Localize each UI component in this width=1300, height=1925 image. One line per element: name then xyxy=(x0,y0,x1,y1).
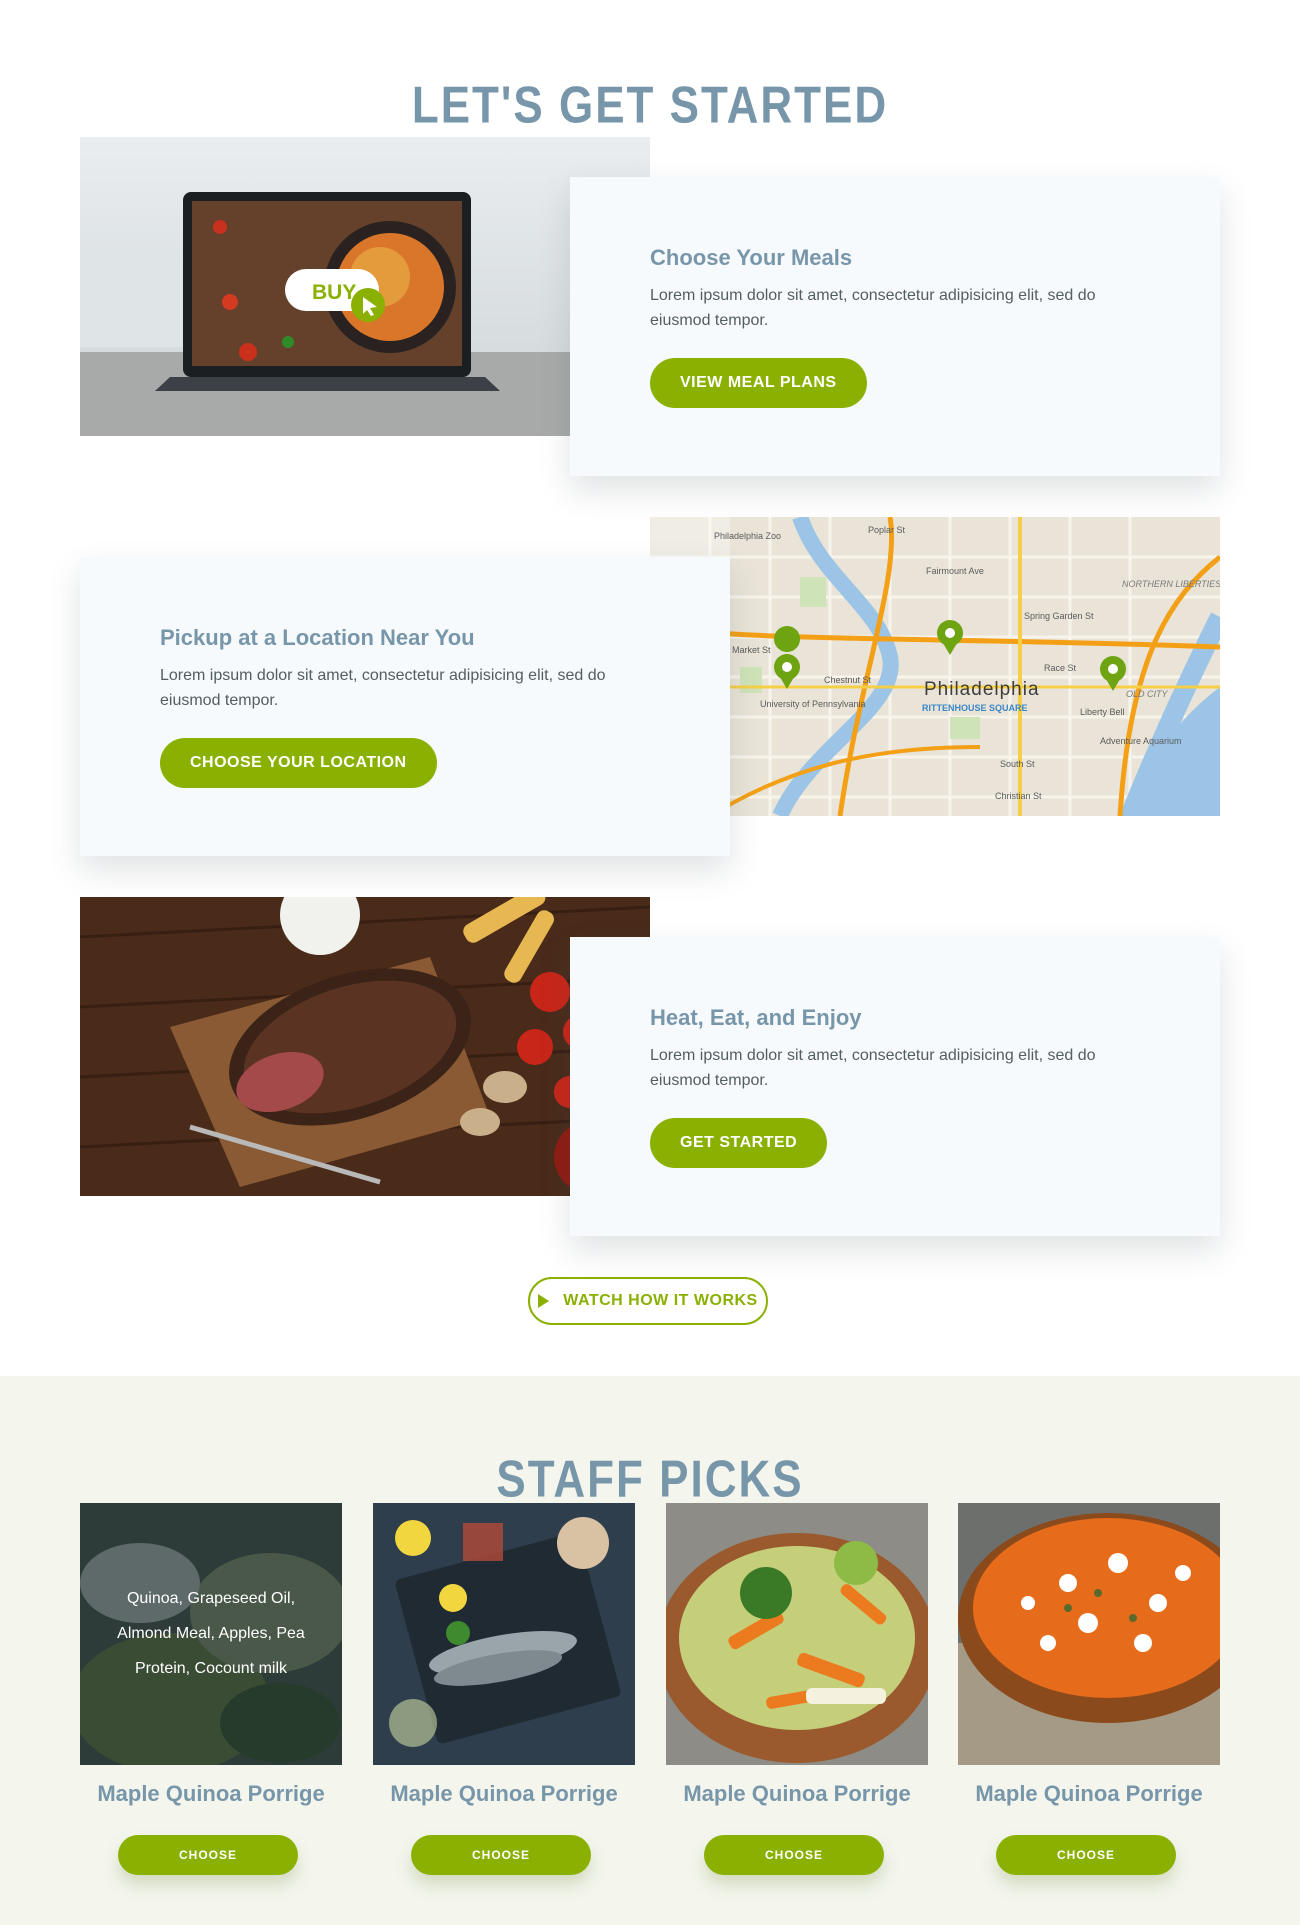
section-title-staff-picks: STAFF PICKS xyxy=(496,1450,804,1508)
philadelphia-map[interactable]: Philadelphia Zoo Poplar St Fairmount Ave… xyxy=(650,517,1220,816)
step-text: Lorem ipsum dolor sit amet, consectetur … xyxy=(160,667,606,709)
staff-pick-card[interactable]: Maple Quinoa Porrige CHOOSE xyxy=(958,1503,1220,1875)
staff-pick-card[interactable]: Maple Quinoa Porrige CHOOSE xyxy=(666,1503,928,1875)
step-text: Lorem ipsum dolor sit amet, consectetur … xyxy=(650,287,1096,329)
map-label-poplar: Poplar St xyxy=(868,525,906,535)
map-graphic: Philadelphia Zoo Poplar St Fairmount Ave… xyxy=(650,517,1220,816)
step-text: Lorem ipsum dolor sit amet, consectetur … xyxy=(650,1047,1096,1089)
step-title: Pickup at a Location Near You xyxy=(160,625,475,650)
map-label-city: Philadelphia xyxy=(924,679,1040,700)
map-label-zoo: Philadelphia Zoo xyxy=(714,531,781,541)
pick-name: Maple Quinoa Porrige xyxy=(390,1781,618,1806)
play-icon xyxy=(538,1294,550,1308)
watch-label: WATCH HOW IT WORKS xyxy=(563,1292,758,1309)
map-label-christian: Christian St xyxy=(995,791,1042,801)
pick-image-vegetables[interactable] xyxy=(666,1503,928,1765)
section-title-get-started: LET'S GET STARTED xyxy=(411,76,889,135)
map-label-oldcity: OLD CITY xyxy=(1126,689,1169,699)
vegetables-illustration xyxy=(666,1503,928,1765)
step-card-choose-meals: Choose Your Meals Lorem ipsum dolor sit … xyxy=(570,177,1220,476)
step-card-heat-eat: Heat, Eat, and Enjoy Lorem ipsum dolor s… xyxy=(570,937,1220,1236)
map-label-market: Market St xyxy=(732,645,771,655)
steak-illustration xyxy=(80,897,650,1196)
buy-label: BUY xyxy=(312,281,356,304)
laptop-illustration: BUY xyxy=(80,137,650,436)
choose-button[interactable]: CHOOSE xyxy=(411,1835,591,1875)
staff-pick-card[interactable]: Quinoa, Grapeseed Oil, Almond Meal, Appl… xyxy=(80,1503,342,1875)
steak-meal-image xyxy=(80,897,650,1196)
map-label-liberty: Liberty Bell xyxy=(1080,707,1125,717)
map-label-chestnut: Chestnut St xyxy=(824,675,872,685)
pick-ingredients-overlay: Quinoa, Grapeseed Oil, Almond Meal, Appl… xyxy=(80,1503,342,1765)
pick-name: Maple Quinoa Porrige xyxy=(683,1781,911,1806)
choose-location-button[interactable]: CHOOSE YOUR LOCATION xyxy=(160,738,437,788)
map-label-spring: Spring Garden St xyxy=(1024,611,1094,621)
map-label-university: University of Pennsylvania xyxy=(760,699,866,709)
watch-how-it-works-button[interactable]: WATCH HOW IT WORKS xyxy=(528,1277,768,1325)
choose-button[interactable]: CHOOSE xyxy=(996,1835,1176,1875)
step-card-pickup: Pickup at a Location Near You Lorem ipsu… xyxy=(80,557,730,856)
choose-button[interactable]: CHOOSE xyxy=(118,1835,298,1875)
map-label-race: Race St xyxy=(1044,663,1077,673)
choose-button[interactable]: CHOOSE xyxy=(704,1835,884,1875)
view-meal-plans-button[interactable]: VIEW MEAL PLANS xyxy=(650,358,867,408)
pick-image-tart[interactable] xyxy=(958,1503,1220,1765)
pick-name: Maple Quinoa Porrige xyxy=(97,1781,325,1806)
map-label-fairmount: Fairmount Ave xyxy=(926,566,984,576)
staff-pick-card[interactable]: Maple Quinoa Porrige CHOOSE xyxy=(373,1503,635,1875)
map-label-liberties: NORTHERN LIBERTIES xyxy=(1122,579,1220,589)
step-title: Choose Your Meals xyxy=(650,245,853,270)
step-title: Heat, Eat, and Enjoy xyxy=(650,1005,862,1030)
map-label-south: South St xyxy=(1000,759,1035,769)
pick-image-fish[interactable] xyxy=(373,1503,635,1765)
laptop-meal-image: BUY xyxy=(80,137,650,436)
map-label-aquarium: Adventure Aquarium xyxy=(1100,736,1182,746)
pick-image-salad[interactable]: Quinoa, Grapeseed Oil, Almond Meal, Appl… xyxy=(80,1503,342,1765)
get-started-button[interactable]: GET STARTED xyxy=(650,1118,828,1168)
tart-illustration xyxy=(958,1503,1220,1765)
map-label-square: RITTENHOUSE SQUARE xyxy=(922,703,1028,713)
pick-name: Maple Quinoa Porrige xyxy=(975,1781,1203,1806)
fish-illustration xyxy=(373,1503,635,1765)
